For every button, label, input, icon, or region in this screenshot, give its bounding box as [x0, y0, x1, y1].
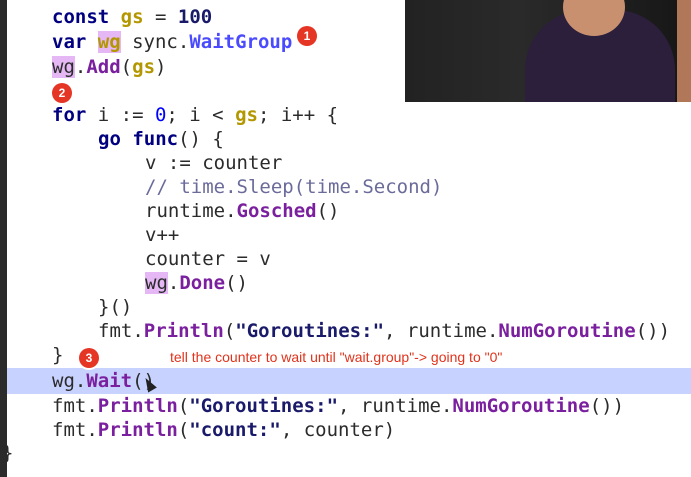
code-line-15[interactable]: wg.Wait(): [52, 369, 155, 393]
annotation-note: tell the counter to wait until "wait.gro…: [170, 349, 503, 365]
code-line-12[interactable]: }(): [98, 295, 132, 319]
code-line-17[interactable]: fmt.Println("count:", counter): [52, 418, 395, 442]
code-line-9[interactable]: v++: [145, 223, 179, 247]
code-line-13[interactable]: fmt.Println("Goroutines:", runtime.NumGo…: [98, 319, 670, 343]
code-line-16[interactable]: fmt.Println("Goroutines:", runtime.NumGo…: [52, 394, 624, 418]
code-line-11[interactable]: wg.Done(): [145, 271, 248, 295]
presenter-arm: [677, 0, 691, 102]
code-line-5[interactable]: go func() {: [98, 127, 224, 151]
annotation-badge-3: 3: [79, 348, 99, 368]
code-line-8[interactable]: runtime.Gosched(): [145, 199, 339, 223]
code-line-7[interactable]: // time.Sleep(time.Second): [145, 175, 442, 199]
annotation-badge-1: 1: [297, 26, 317, 46]
code-line-10[interactable]: counter = v: [145, 247, 271, 271]
code-line-18[interactable]: }: [2, 441, 13, 465]
code-line-3[interactable]: wg.Add(gs): [52, 55, 166, 79]
annotation-badge-2: 2: [52, 83, 72, 103]
webcam-overlay: [405, 0, 691, 102]
code-line-4[interactable]: for i := 0; i < gs; i++ {: [52, 103, 338, 127]
code-line-2[interactable]: var wg sync.WaitGroup: [52, 30, 292, 54]
code-line-1[interactable]: const gs = 100: [52, 5, 212, 29]
code-line-14[interactable]: }: [52, 343, 63, 367]
code-line-6[interactable]: v := counter: [145, 151, 282, 175]
